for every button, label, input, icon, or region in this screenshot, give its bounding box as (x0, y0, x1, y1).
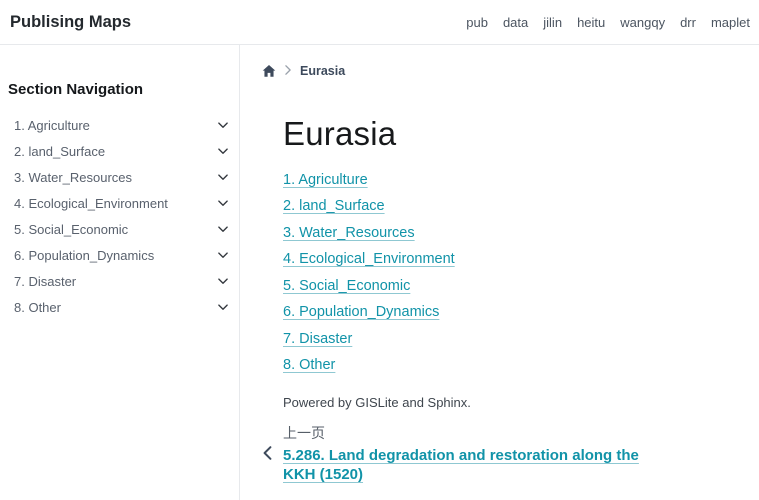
sidebar-item-agriculture[interactable]: 1. Agriculture (8, 112, 239, 138)
prev-page-block: 上一页 5.286. Land degradation and restorat… (263, 423, 759, 484)
content-link-other[interactable]: 8. Other (283, 357, 335, 373)
sidebar: Section Navigation 1. Agriculture 2. lan… (0, 45, 240, 500)
top-nav-link-drr[interactable]: drr (680, 15, 696, 30)
main-content: Eurasia Eurasia 1. Agriculture 2. land_S… (240, 45, 759, 500)
sidebar-item-other[interactable]: 8. Other (8, 294, 239, 320)
sidebar-item-label: 4. Ecological_Environment (14, 195, 168, 211)
top-nav-link-pub[interactable]: pub (466, 15, 488, 30)
chevron-down-icon[interactable] (217, 275, 229, 287)
chevron-down-icon[interactable] (217, 249, 229, 261)
content-link-population-dynamics[interactable]: 6. Population_Dynamics (283, 304, 439, 320)
top-nav-link-wangqy[interactable]: wangqy (620, 15, 665, 30)
content-link-water-resources[interactable]: 3. Water_Resources (283, 225, 415, 241)
sidebar-item-ecological-environment[interactable]: 4. Ecological_Environment (8, 190, 239, 216)
powered-by-text: Powered by GISLite and Sphinx. (283, 395, 471, 411)
page-layout: Section Navigation 1. Agriculture 2. lan… (0, 45, 759, 500)
sidebar-item-water-resources[interactable]: 3. Water_Resources (8, 164, 239, 190)
content-link-disaster[interactable]: 7. Disaster (283, 331, 352, 347)
page-title: Eurasia (283, 115, 397, 152)
top-nav-link-data[interactable]: data (503, 15, 528, 30)
chevron-right-icon (284, 62, 292, 80)
content-link-land-surface[interactable]: 2. land_Surface (283, 198, 385, 214)
sidebar-item-social-economic[interactable]: 5. Social_Economic (8, 216, 239, 242)
home-icon[interactable] (262, 64, 276, 78)
chevron-down-icon[interactable] (217, 119, 229, 131)
breadcrumb-current: Eurasia (300, 64, 346, 78)
top-nav: pub data jilin heitu wangqy drr maplet (466, 15, 750, 30)
sidebar-item-land-surface[interactable]: 2. land_Surface (8, 138, 239, 164)
article: Eurasia 1. Agriculture 2. land_Surface 3… (263, 115, 759, 484)
top-nav-link-heitu[interactable]: heitu (577, 15, 605, 30)
chevron-down-icon[interactable] (217, 223, 229, 235)
breadcrumb: Eurasia (262, 62, 759, 80)
top-nav-link-jilin[interactable]: jilin (543, 15, 562, 30)
section-navigation-heading: Section Navigation (8, 81, 144, 98)
content-link-ecological-environment[interactable]: 4. Ecological_Environment (283, 251, 455, 267)
chevron-down-icon[interactable] (217, 197, 229, 209)
sidebar-nav-list: 1. Agriculture 2. land_Surface 3. Water_… (8, 112, 239, 320)
top-nav-link-maplet[interactable]: maplet (711, 15, 750, 30)
chevron-down-icon[interactable] (217, 145, 229, 157)
sidebar-item-label: 7. Disaster (14, 273, 77, 289)
prev-page-label: 上一页 (283, 425, 325, 442)
prev-page-link[interactable]: 5.286. Land degradation and restoration … (283, 447, 668, 484)
content-link-agriculture[interactable]: 1. Agriculture (283, 172, 368, 188)
site-title[interactable]: Publising Maps (10, 13, 131, 32)
sidebar-item-label: 8. Other (14, 299, 61, 315)
sidebar-item-population-dynamics[interactable]: 6. Population_Dynamics (8, 242, 239, 268)
content-links-list: 1. Agriculture 2. land_Surface 3. Water_… (283, 172, 759, 374)
sidebar-item-label: 1. Agriculture (14, 117, 90, 133)
sidebar-item-label: 5. Social_Economic (14, 221, 129, 237)
sidebar-item-label: 2. land_Surface (14, 143, 106, 159)
sidebar-item-disaster[interactable]: 7. Disaster (8, 268, 239, 294)
sidebar-item-label: 3. Water_Resources (14, 169, 133, 185)
chevron-down-icon[interactable] (217, 301, 229, 313)
sidebar-item-label: 6. Population_Dynamics (14, 247, 155, 263)
chevron-left-icon (262, 446, 273, 460)
content-link-social-economic[interactable]: 5. Social_Economic (283, 278, 410, 294)
header: Publising Maps pub data jilin heitu wang… (0, 0, 759, 45)
chevron-down-icon[interactable] (217, 171, 229, 183)
